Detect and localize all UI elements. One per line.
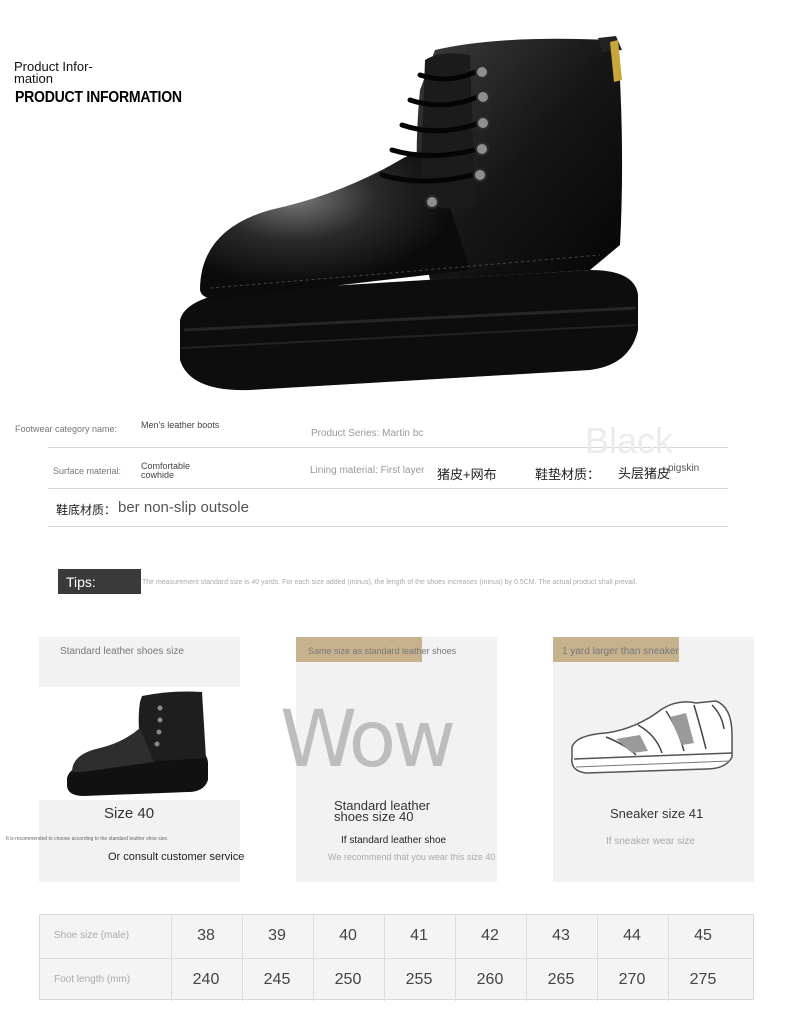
table-cell: 270: [618, 971, 646, 988]
spec-outsole-label: 鞋底材质：: [56, 503, 117, 517]
spec-value-category: Men's leather boots: [141, 420, 220, 430]
table-cell: 240: [192, 971, 220, 988]
table-row-length: Foot length (mm) 240 245 250 255 260 265…: [40, 958, 753, 1001]
table-cell: 40: [339, 927, 357, 944]
table-cell: 43: [552, 927, 570, 944]
spec-insole-value: pigskin: [668, 463, 700, 474]
card-note-sneaker: If sneaker wear size: [606, 836, 695, 847]
spec-label-category: Footwear category name:: [15, 424, 118, 434]
header-title: PRODUCT INFORMATION: [15, 89, 182, 106]
size-chart-table: Shoe size (male) 38 39 40 41 42 43 44 45…: [39, 914, 754, 1001]
table-cell: 265: [547, 971, 575, 988]
wow-text: Wow: [280, 695, 456, 785]
header-title-small: Product Infor-mation: [14, 59, 93, 86]
boot-thumbnail-image: [67, 691, 208, 796]
spec-insole-label: 鞋垫材质：: [535, 467, 601, 482]
table-cell: 245: [263, 971, 291, 988]
card-sub-same: If standard leather shoe: [341, 835, 447, 846]
spec-lining-cjk: 猪皮+网布: [437, 467, 497, 482]
product-boot-image: [180, 36, 638, 391]
card-tab-same: Same size as standard leather shoes: [308, 646, 457, 656]
table-cell: 42: [481, 927, 499, 944]
spec-value-surface: Comfortable cowhide: [141, 461, 191, 480]
card-size-leather: Size 40: [104, 805, 155, 822]
tips-text: The measurement standard size is 40 yard…: [142, 579, 638, 586]
card-tab-sneaker: 1 yard larger than sneaker: [562, 646, 679, 657]
table-cell: 255: [405, 971, 433, 988]
spec-insole-cjk: 头层猪皮: [618, 466, 671, 481]
card-note-leather: It is recommended to choose according to…: [6, 836, 169, 842]
sneaker-image: [571, 700, 733, 774]
table-cell: 41: [410, 927, 428, 944]
table-header-size: Shoe size (male): [54, 930, 130, 941]
card-tab-leather: Standard leather shoes size: [60, 646, 184, 657]
table-cell: 38: [197, 927, 215, 944]
table-cell: 260: [476, 971, 504, 988]
table-cell: 275: [689, 971, 717, 988]
tips-label: Tips:: [66, 574, 96, 590]
card-size-same: Standard leather shoes size 40: [334, 798, 431, 824]
card-note-same: We recommend that you wear this size 40: [328, 852, 496, 862]
card-size-sneaker: Sneaker size 41: [610, 806, 704, 821]
table-cell: 250: [334, 971, 362, 988]
table-row-size: Shoe size (male) 38 39 40 41 42 43 44 45: [40, 915, 753, 958]
table-header-length: Foot length (mm): [54, 974, 131, 985]
spec-outsole-value: ber non-slip outsole: [118, 499, 249, 516]
table-cell: 45: [694, 927, 712, 944]
spec-label-surface: Surface material:: [53, 466, 122, 476]
table-cell: 39: [268, 927, 286, 944]
table-cell: 44: [623, 927, 641, 944]
spec-product-series: Product Series: Martin bc: [311, 428, 424, 439]
spec-lining: Lining material: First layer: [310, 465, 425, 476]
card-sub-leather: Or consult customer service: [108, 851, 245, 863]
